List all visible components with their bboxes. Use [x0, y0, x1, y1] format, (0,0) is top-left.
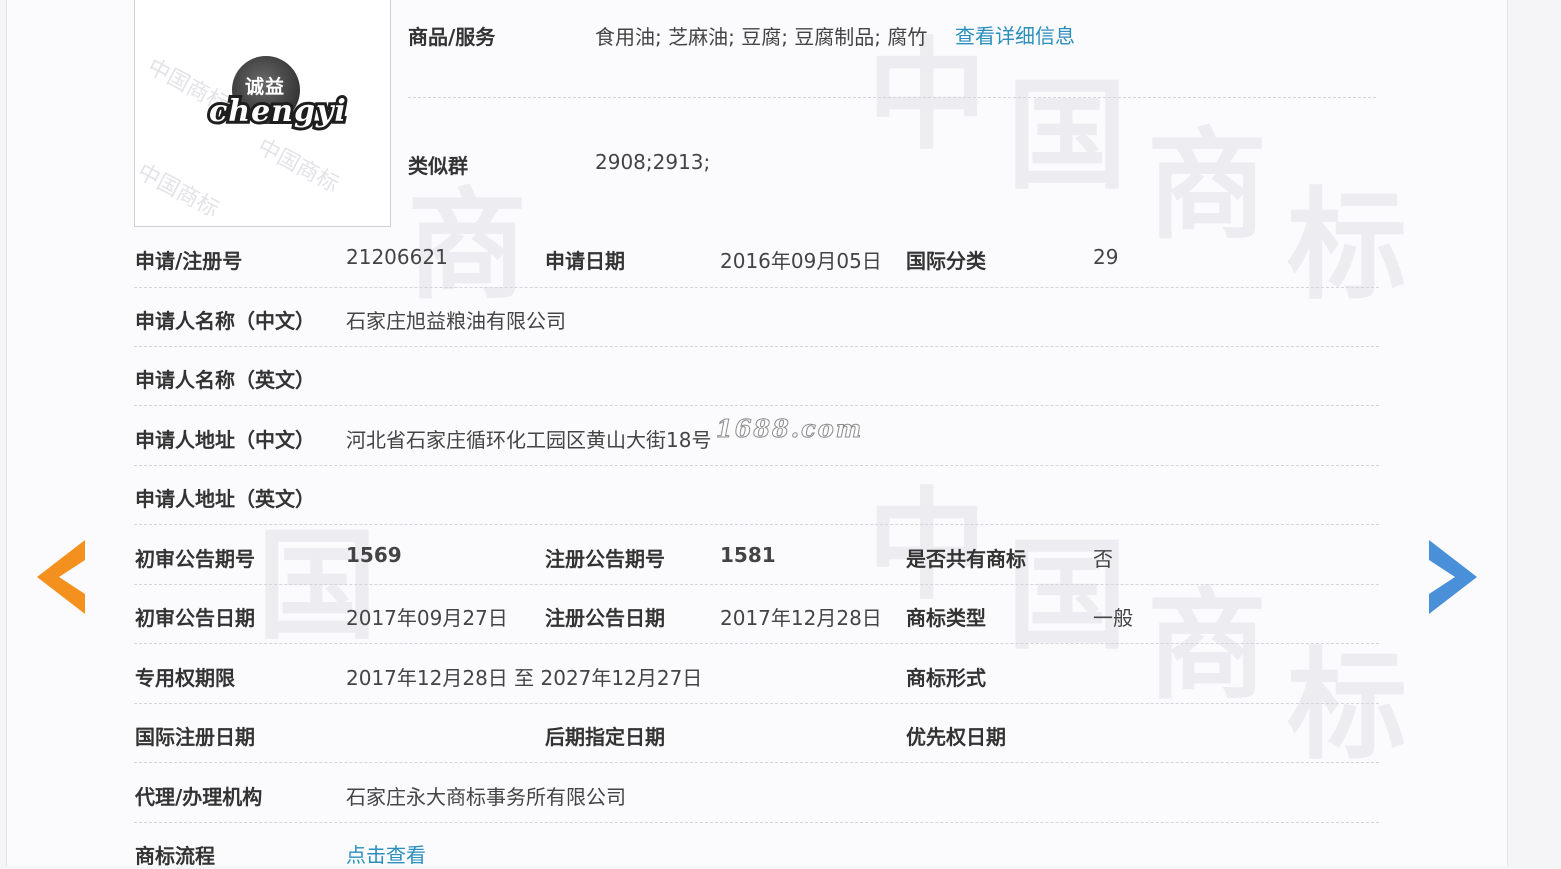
reg-issue-value: 1581 — [720, 543, 776, 567]
shared-label: 是否共有商标 — [906, 547, 1026, 571]
priority-date-label: 优先权日期 — [906, 725, 1006, 749]
reg-date-value: 2017年12月28日 — [720, 606, 882, 630]
divider — [134, 346, 1379, 347]
view-details-link[interactable]: 查看详细信息 — [955, 20, 1075, 49]
prev-button[interactable] — [37, 540, 85, 618]
tm-type-label: 商标类型 — [906, 606, 986, 630]
intl-reg-date-label: 国际注册日期 — [135, 725, 255, 749]
intl-class-value: 29 — [1093, 245, 1119, 269]
bg-watermark-7: 商 — [1147, 575, 1267, 716]
bg-watermark-2: 国 — [1007, 65, 1127, 206]
goods-value: 食用油; 芝麻油; 豆腐; 豆腐制品; 腐竹 — [595, 25, 928, 49]
address-en-label: 申请人地址（英文） — [135, 487, 315, 511]
divider — [134, 524, 1379, 525]
applicant-cn-value: 石家庄旭益粮油有限公司 — [346, 309, 566, 333]
reg-issue-label: 注册公告期号 — [545, 547, 665, 571]
goods-label: 商品/服务 — [408, 25, 496, 49]
divider — [134, 643, 1379, 644]
arrow-right-icon — [1429, 540, 1477, 614]
prelim-issue-value: 1569 — [346, 543, 402, 567]
divider — [134, 703, 1379, 704]
agent-label: 代理/办理机构 — [135, 785, 263, 809]
later-designation-label: 后期指定日期 — [545, 725, 665, 749]
exclusive-period-label: 专用权期限 — [135, 666, 235, 690]
bg-watermark-8: 标 — [1287, 635, 1407, 776]
site-watermark: 1688.com — [715, 414, 864, 444]
reg-date-label: 注册公告日期 — [545, 606, 665, 630]
apply-date-label: 申请日期 — [545, 249, 625, 273]
logo-watermark: 中国商标 — [134, 159, 223, 223]
tm-type-value: 一般 — [1093, 606, 1133, 630]
bg-watermark-4: 标 — [1287, 175, 1407, 316]
reg-no-value: 21206621 — [346, 245, 448, 269]
bg-watermark-1: 中 — [867, 25, 987, 166]
divider — [134, 287, 1379, 288]
divider — [134, 405, 1379, 406]
applicant-en-label: 申请人名称（英文） — [135, 368, 315, 392]
intl-class-label: 国际分类 — [906, 249, 986, 273]
tm-form-label: 商标形式 — [906, 666, 986, 690]
divider — [134, 762, 1379, 763]
next-button[interactable] — [1429, 540, 1477, 618]
logo-watermark: 中国商标 — [253, 134, 343, 198]
arrow-left-icon — [37, 540, 85, 614]
apply-date-value: 2016年09月05日 — [720, 249, 882, 273]
exclusive-period-value: 2017年12月28日 至 2027年12月27日 — [346, 666, 703, 690]
agent-value: 石家庄永大商标事务所有限公司 — [346, 785, 626, 809]
logo-brand-en: chengyi — [206, 91, 349, 132]
divider — [134, 584, 1379, 585]
divider — [134, 822, 1379, 823]
prelim-date-value: 2017年09月27日 — [346, 606, 508, 630]
bg-watermark-3: 商 — [1147, 115, 1267, 256]
prelim-issue-label: 初审公告期号 — [135, 547, 255, 571]
address-cn-value: 河北省石家庄循环化工园区黄山大街18号 — [346, 428, 712, 452]
prelim-date-label: 初审公告日期 — [135, 606, 255, 630]
address-cn-label: 申请人地址（中文） — [135, 428, 315, 452]
similar-group-value: 2908;2913; — [595, 150, 711, 174]
divider — [408, 97, 1376, 98]
similar-group-label: 类似群 — [408, 154, 468, 178]
divider — [134, 465, 1379, 466]
reg-no-label: 申请/注册号 — [135, 249, 243, 273]
process-link[interactable]: 点击查看 — [346, 839, 426, 868]
process-label: 商标流程 — [135, 844, 215, 868]
shared-value: 否 — [1093, 547, 1113, 571]
applicant-cn-label: 申请人名称（中文） — [135, 309, 315, 333]
trademark-image: 中国商标 中国商标 中国商标 诚益 chengyi — [134, 0, 391, 227]
